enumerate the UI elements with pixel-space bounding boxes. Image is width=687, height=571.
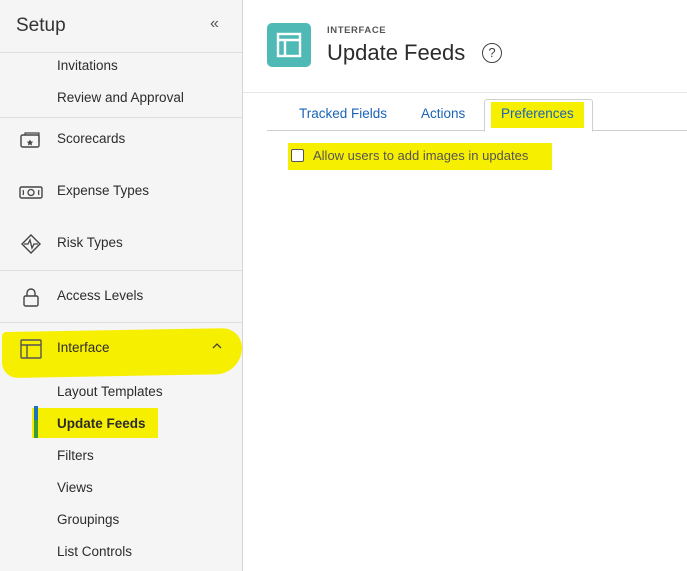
allow-images-checkbox[interactable]: [291, 149, 304, 162]
money-icon: [19, 182, 43, 202]
tab-actions[interactable]: Actions: [421, 106, 465, 121]
setup-sidebar: Setup « Invitations Review and Approval …: [0, 0, 243, 571]
sidebar-item-views[interactable]: Views: [57, 480, 93, 495]
help-icon[interactable]: ?: [482, 43, 502, 63]
sidebar-item-scorecards[interactable]: Scorecards: [0, 120, 242, 160]
sidebar-divider: [0, 322, 242, 323]
layout-icon: [19, 339, 43, 359]
sidebar-item-access-levels[interactable]: Access Levels: [0, 277, 242, 317]
sidebar-divider: [0, 270, 242, 271]
scorecard-icon: [19, 130, 43, 150]
allow-images-label[interactable]: Allow users to add images in updates: [313, 148, 528, 163]
sidebar-item-interface[interactable]: Interface: [0, 329, 242, 369]
sidebar-item-risk-types[interactable]: Risk Types: [0, 224, 242, 264]
tab-tracked-fields[interactable]: Tracked Fields: [299, 106, 387, 121]
tab-preferences[interactable]: Preferences: [501, 106, 574, 121]
page-kicker: INTERFACE: [327, 25, 387, 36]
sidebar-item-update-feeds[interactable]: Update Feeds: [57, 416, 146, 431]
sidebar-item-layout-templates[interactable]: Layout Templates: [57, 384, 163, 399]
sidebar-divider: [0, 117, 242, 118]
tab-strip-line: [267, 130, 687, 131]
risk-icon: [19, 234, 43, 254]
page-title: Update Feeds: [327, 40, 466, 65]
lock-icon: [19, 287, 43, 307]
chevron-up-icon[interactable]: [211, 339, 223, 357]
sidebar-item-label: Expense Types: [57, 183, 150, 198]
sidebar-item-label: Access Levels: [57, 288, 144, 303]
collapse-sidebar-button[interactable]: «: [210, 15, 219, 33]
sidebar-item-label: Risk Types: [57, 235, 123, 250]
sidebar-item-expense-types[interactable]: Expense Types: [0, 172, 242, 212]
sidebar-item-list-controls[interactable]: List Controls: [57, 544, 132, 559]
sidebar-item-groupings[interactable]: Groupings: [57, 512, 119, 527]
sidebar-item-review-and-approval[interactable]: Review and Approval: [57, 90, 184, 105]
sidebar-item-label: Scorecards: [57, 131, 126, 146]
sidebar-item-label: Interface: [57, 340, 110, 355]
sidebar-title: Setup: [16, 15, 66, 36]
sidebar-item-invitations[interactable]: Invitations: [57, 58, 118, 73]
sidebar-header: Setup «: [0, 0, 242, 53]
active-indicator: [34, 420, 38, 438]
sidebar-item-filters[interactable]: Filters: [57, 448, 94, 463]
layout-icon: [267, 23, 311, 67]
